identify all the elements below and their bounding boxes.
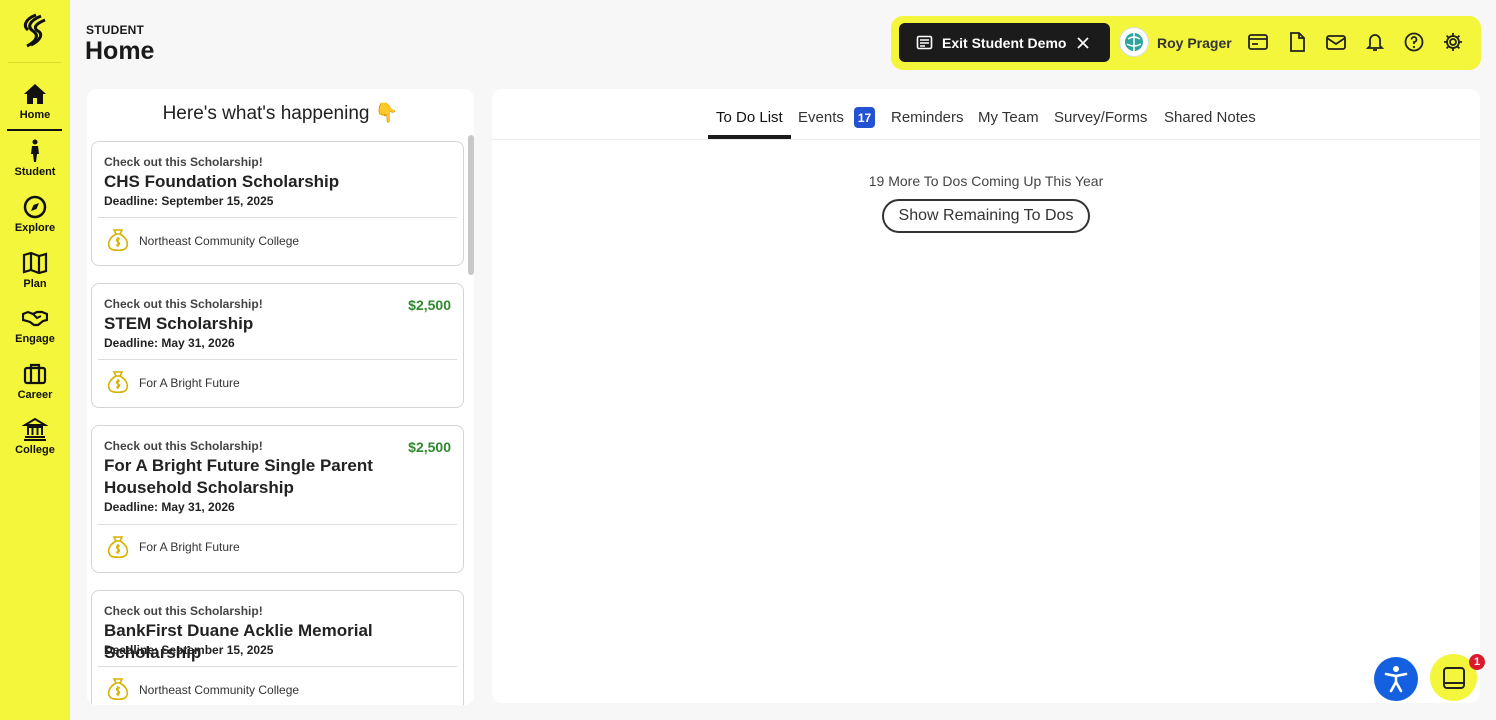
sidebar-item-student[interactable]: Student — [0, 139, 70, 187]
card-kicker: Check out this Scholarship! — [104, 604, 263, 618]
sidebar-item-engage[interactable]: Engage — [0, 306, 70, 354]
scholarship-card[interactable]: Check out this Scholarship! $2,500 For A… — [91, 425, 464, 573]
card-kicker: Check out this Scholarship! — [104, 439, 263, 453]
card-title[interactable]: For A Bright Future Single Parent Househ… — [104, 455, 454, 499]
tab-shared-notes[interactable]: Shared Notes — [1164, 109, 1256, 126]
document-icon[interactable] — [1286, 31, 1308, 53]
bell-icon[interactable] — [1364, 31, 1386, 53]
help-icon[interactable] — [1403, 31, 1425, 53]
sidebar: Home Student Explore Plan Engage Career … — [0, 0, 70, 720]
close-icon[interactable] — [1077, 36, 1090, 49]
show-remaining-todos-button[interactable]: Show Remaining To Dos — [882, 199, 1090, 233]
card-amount: $2,500 — [408, 439, 451, 455]
money-bag-icon — [107, 678, 129, 701]
page-title: Home — [85, 37, 155, 65]
scholarship-card[interactable]: Check out this Scholarship! CHS Foundati… — [91, 141, 464, 266]
sidebar-item-label: Career — [17, 389, 53, 401]
card-title[interactable]: STEM Scholarship — [104, 313, 454, 335]
topbar: Exit Student Demo Roy Prager — [891, 16, 1481, 70]
active-tab-indicator — [708, 135, 791, 139]
sidebar-item-home[interactable]: Home — [0, 82, 70, 131]
mail-icon[interactable] — [1325, 31, 1347, 53]
tab-to-do-list[interactable]: To Do List — [716, 109, 783, 126]
events-count-badge: 17 — [854, 107, 875, 128]
tab-my-team[interactable]: My Team — [978, 109, 1039, 126]
id-badge-icon — [916, 35, 933, 50]
home-icon — [24, 84, 46, 104]
naviance-logo-icon[interactable] — [19, 13, 51, 49]
student-icon — [31, 139, 39, 162]
sidebar-item-label: Student — [14, 166, 56, 178]
money-bag-icon — [107, 371, 129, 394]
more-todos-text: 19 More To Dos Coming Up This Year — [868, 173, 1104, 189]
page-kicker: STUDENT — [86, 23, 145, 37]
card-title[interactable]: CHS Foundation Scholarship — [104, 171, 454, 193]
sidebar-item-label: Plan — [23, 278, 47, 290]
card-deadline: Deadline: September 15, 2025 — [104, 194, 274, 208]
id-card-icon[interactable] — [1247, 31, 1269, 53]
money-bag-icon — [107, 536, 129, 559]
tab-survey-forms[interactable]: Survey/Forms — [1054, 109, 1147, 126]
card-org: For A Bright Future — [139, 540, 240, 554]
sidebar-item-label: Engage — [15, 333, 55, 345]
card-divider — [98, 217, 457, 218]
compass-icon — [23, 195, 47, 219]
accessibility-icon — [1384, 666, 1408, 693]
sidebar-item-label: Explore — [14, 222, 56, 234]
sidebar-item-explore[interactable]: Explore — [0, 195, 70, 243]
card-kicker: Check out this Scholarship! — [104, 155, 263, 169]
feed-scrollbar[interactable] — [468, 135, 474, 275]
main-panel: To Do List Events 17 Reminders My Team S… — [492, 89, 1480, 703]
scholarship-card[interactable]: Check out this Scholarship! BankFirst Du… — [91, 590, 464, 705]
exit-student-demo-button[interactable]: Exit Student Demo — [899, 23, 1110, 62]
scholarship-card[interactable]: Check out this Scholarship! $2,500 STEM … — [91, 283, 464, 408]
sidebar-item-label: Home — [19, 109, 51, 121]
card-amount: $2,500 — [408, 297, 451, 313]
institution-icon — [22, 417, 48, 441]
sidebar-item-career[interactable]: Career — [0, 362, 70, 410]
happening-panel: Here's what's happening 👇 Check out this… — [87, 89, 474, 705]
tab-events[interactable]: Events — [798, 109, 844, 126]
card-deadline: Deadline: May 31, 2026 — [104, 336, 235, 350]
accessibility-button[interactable] — [1374, 657, 1418, 701]
sidebar-item-college[interactable]: College — [0, 417, 70, 465]
tab-bar: To Do List Events 17 Reminders My Team S… — [492, 89, 1480, 140]
card-divider — [98, 359, 457, 360]
gear-icon[interactable] — [1442, 31, 1464, 53]
card-divider — [98, 524, 457, 525]
chat-notification-badge: 1 — [1469, 654, 1485, 670]
tab-reminders[interactable]: Reminders — [891, 109, 964, 126]
card-title[interactable]: BankFirst Duane Acklie Memorial Scholars… — [104, 620, 454, 664]
exit-demo-label: Exit Student Demo — [942, 34, 1067, 51]
sidebar-divider — [8, 62, 62, 63]
globe-avatar-icon — [1125, 33, 1143, 51]
map-icon — [22, 251, 48, 275]
card-org: For A Bright Future — [139, 376, 240, 390]
card-kicker: Check out this Scholarship! — [104, 297, 263, 311]
card-org: Northeast Community College — [139, 683, 300, 697]
chat-icon — [1442, 666, 1465, 689]
card-deadline: Deadline: September 15, 2025 — [104, 643, 274, 657]
card-deadline: Deadline: May 31, 2026 — [104, 500, 235, 514]
sidebar-item-plan[interactable]: Plan — [0, 251, 70, 299]
feed-heading: Here's what's happening 👇 — [162, 103, 399, 124]
money-bag-icon — [107, 229, 129, 252]
briefcase-icon — [23, 363, 47, 385]
sidebar-item-label: College — [15, 444, 55, 456]
user-name[interactable]: Roy Prager — [1157, 35, 1232, 51]
handshake-icon — [22, 310, 48, 327]
card-divider — [98, 666, 457, 667]
card-org: Northeast Community College — [139, 234, 300, 248]
avatar[interactable] — [1119, 27, 1149, 57]
